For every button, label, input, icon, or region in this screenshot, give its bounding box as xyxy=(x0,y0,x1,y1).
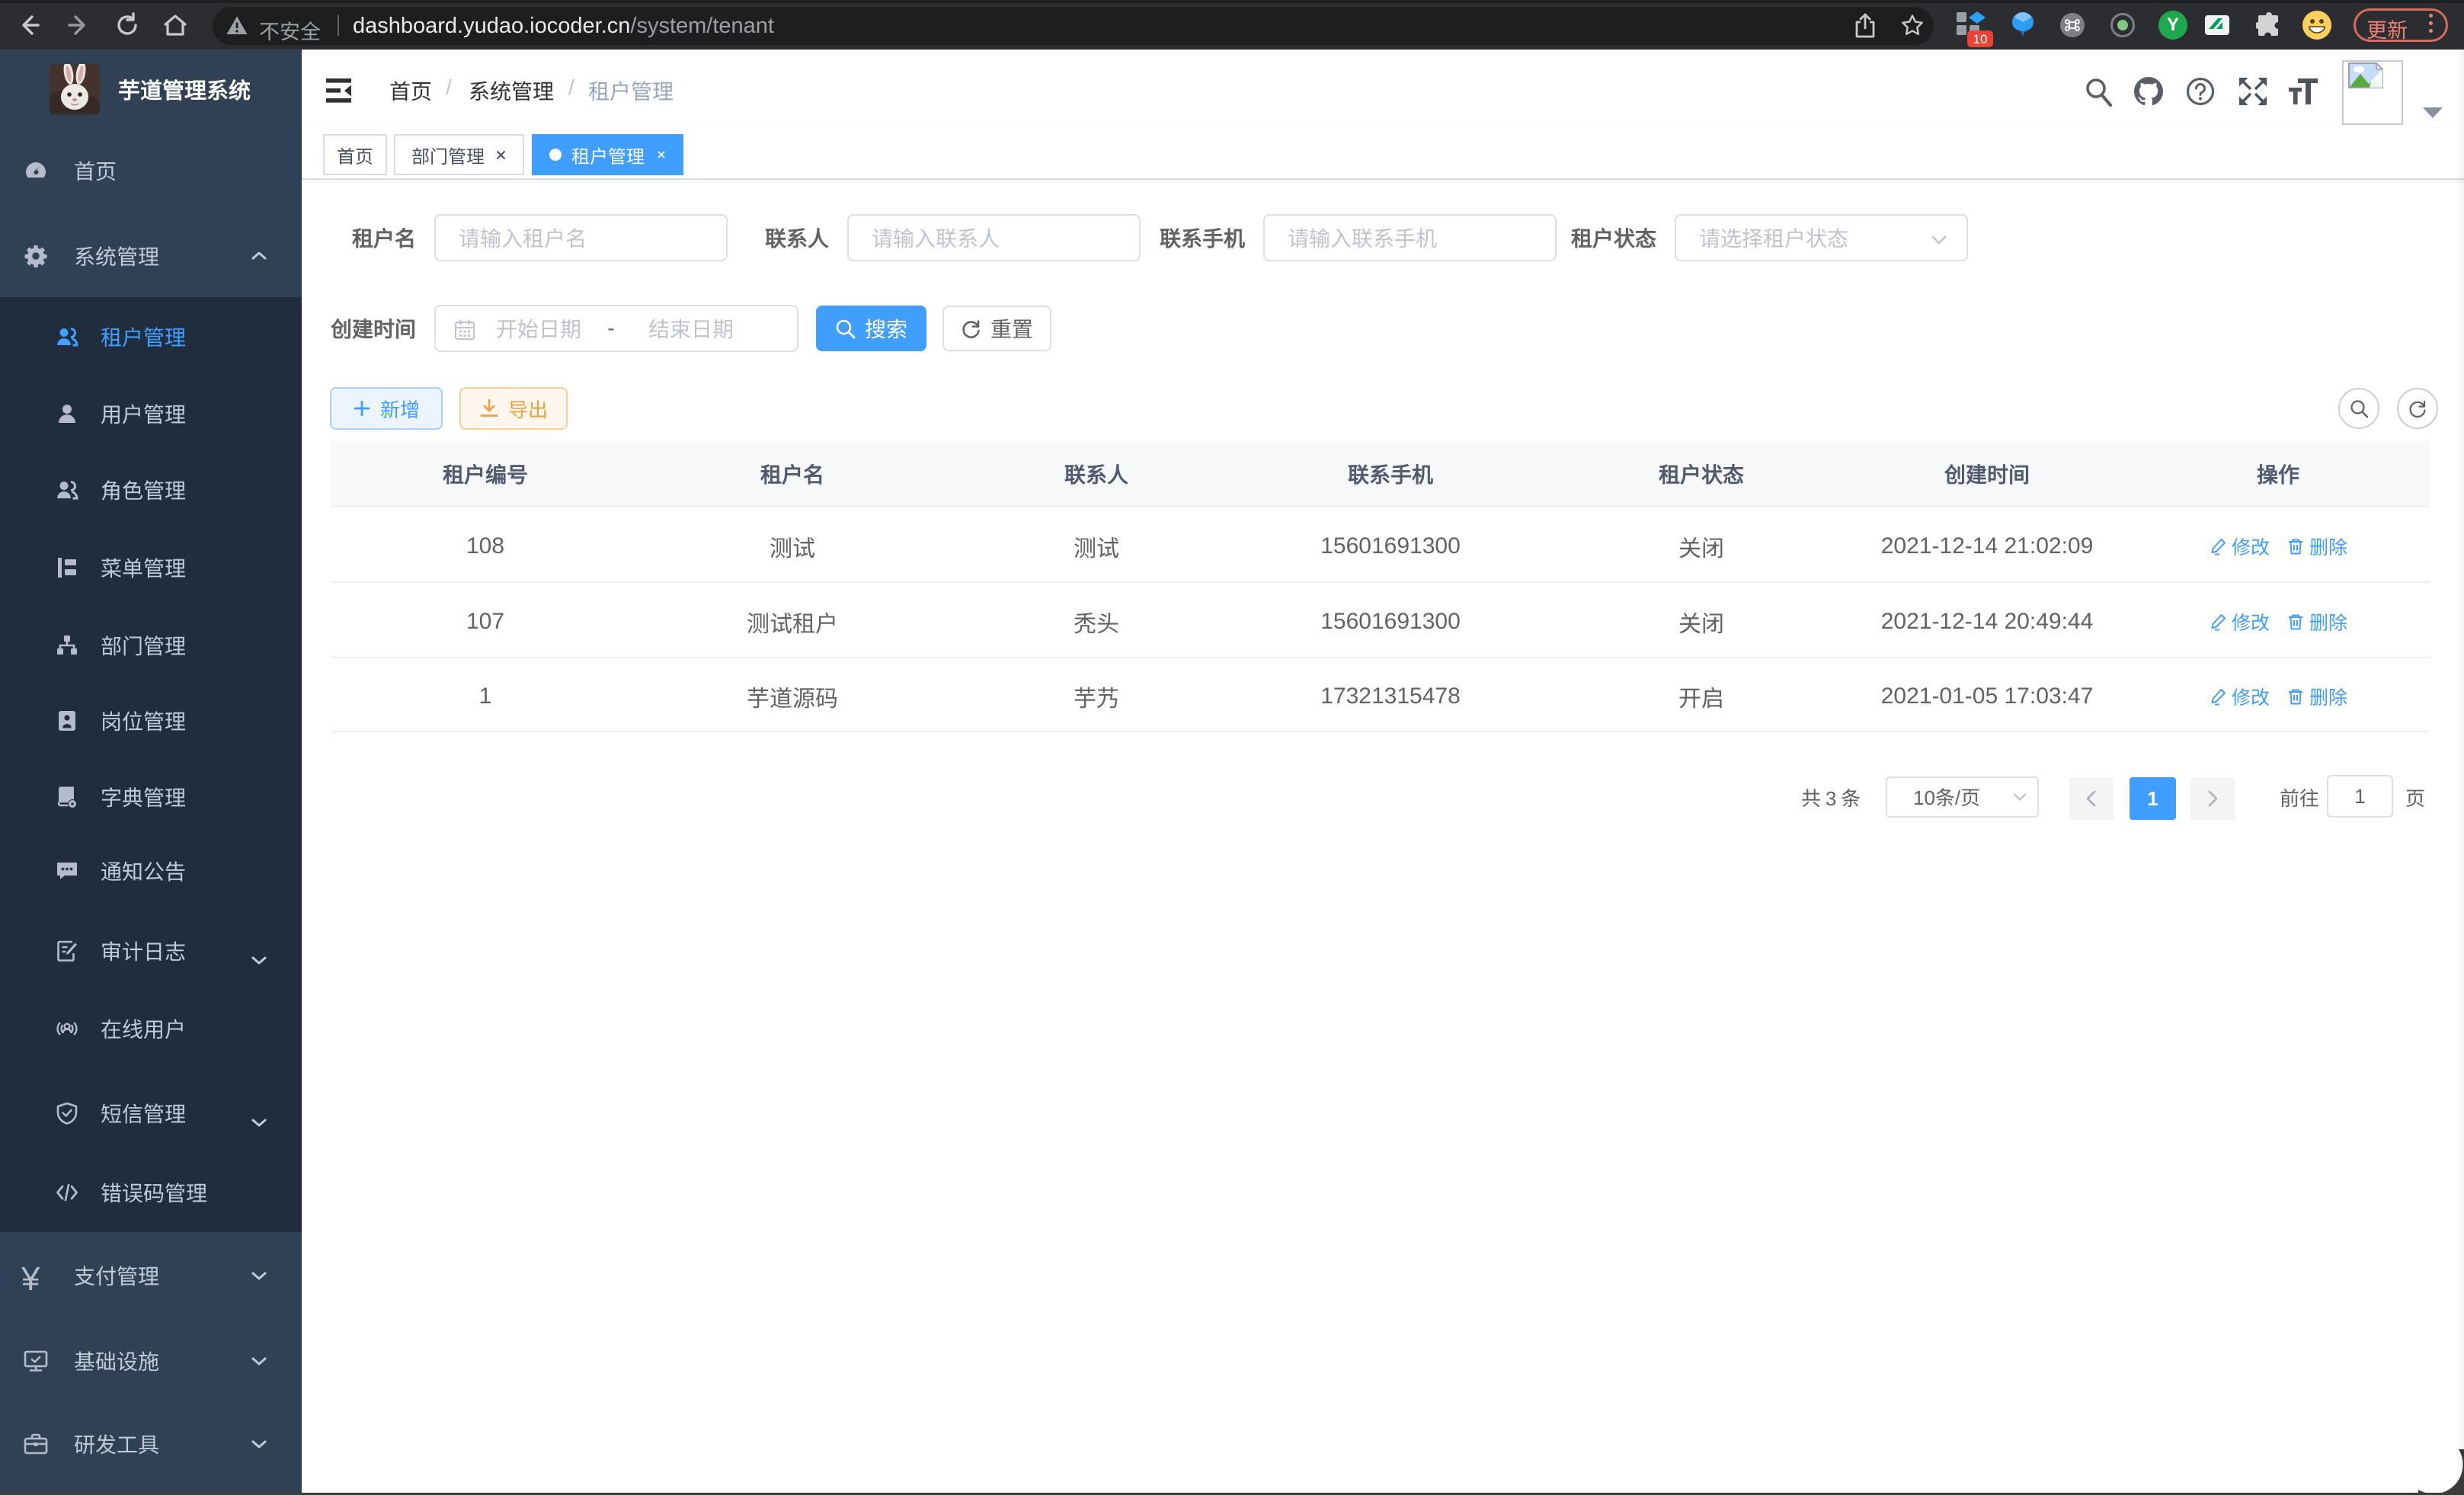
svg-text:10: 10 xyxy=(1973,32,1988,46)
